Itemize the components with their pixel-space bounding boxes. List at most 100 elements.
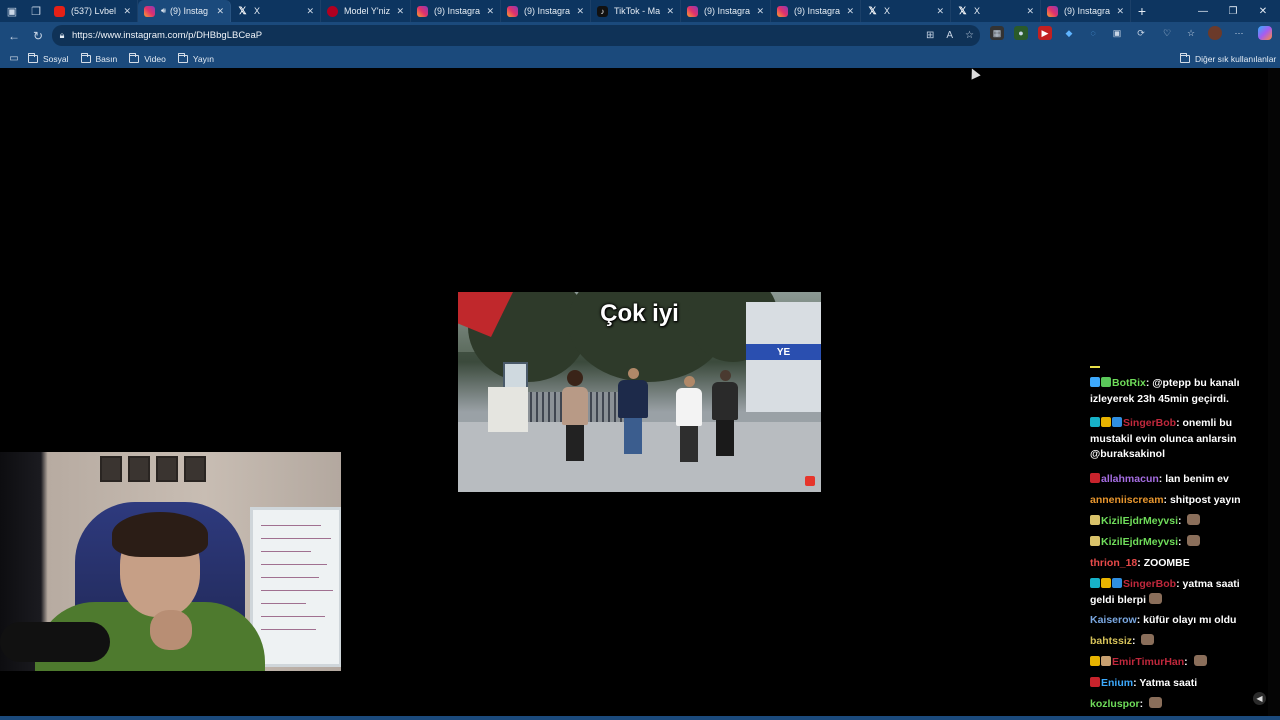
tab-close-icon[interactable]: ✕ <box>306 6 314 17</box>
browser-tab[interactable]: (9) Instagram ✕ <box>411 0 501 22</box>
video-store-sign: YE <box>746 344 821 360</box>
browser-tab[interactable]: (537) Lvbel c5 ✕ <box>48 0 138 22</box>
extension-icon[interactable]: ◌ <box>1086 26 1100 40</box>
video-caption: Çok iyi <box>600 300 679 327</box>
address-bar[interactable]: 🔒︎ https://www.instagram.com/p/DHBbgLBCe… <box>52 25 980 46</box>
extension-icon[interactable]: ● <box>1014 26 1028 40</box>
tab-close-icon[interactable]: ✕ <box>216 6 224 17</box>
browser-tab[interactable]: (9) Instagram ✕ <box>681 0 771 22</box>
profile-avatar[interactable] <box>1208 26 1222 40</box>
tab-close-icon[interactable]: ✕ <box>666 6 674 17</box>
chat-top-marker <box>1090 366 1100 368</box>
favorites-icon[interactable]: ☆ <box>1184 26 1198 40</box>
tab-close-icon[interactable]: ✕ <box>123 6 131 17</box>
new-tab-button[interactable]: + <box>1131 3 1153 19</box>
chat-username: KizilEjdrMeyvsi <box>1101 536 1179 548</box>
screen: ▣ ❐ (537) Lvbel c5✕🔊︎(9) Instag✕𝕏X✕Model… <box>0 0 1280 720</box>
instagram-favicon-icon <box>777 5 788 17</box>
tab-close-icon[interactable]: ✕ <box>486 6 494 17</box>
tab-close-icon[interactable]: ✕ <box>846 6 854 17</box>
browser-tab[interactable]: 𝕏 X ✕ <box>861 0 951 22</box>
extension-icon[interactable]: ◆ <box>1062 26 1076 40</box>
chat-badge-icon <box>1090 515 1100 525</box>
back-button[interactable]: ← <box>2 24 26 48</box>
minimize-button[interactable]: — <box>1188 0 1218 22</box>
bookmark-folder-yayin[interactable]: Yayın <box>177 52 214 64</box>
extensions-icon[interactable]: ⟳ <box>1134 26 1148 40</box>
chat-badge-icon <box>1090 417 1100 427</box>
folder-icon <box>28 52 38 63</box>
refresh-button[interactable]: ↻ <box>26 24 50 48</box>
tab-strip: ▣ ❐ (537) Lvbel c5✕🔊︎(9) Instag✕𝕏X✕Model… <box>0 0 1280 22</box>
tab-close-icon[interactable]: ✕ <box>1026 6 1034 17</box>
volume-icon[interactable]: ◀︎ <box>1253 692 1266 705</box>
chat-badge-icon <box>1090 536 1100 546</box>
browser-tab[interactable]: (9) Instagram ✕ <box>1041 0 1131 22</box>
lock-icon[interactable]: 🔒︎ <box>52 30 72 41</box>
browser-tab[interactable]: (9) Instagram ✕ <box>501 0 591 22</box>
browser-tab[interactable]: 𝕏 X ✕ <box>231 0 321 22</box>
bookmark-folder-basin[interactable]: Basın <box>80 52 117 64</box>
collections-icon[interactable]: ▣ <box>1110 26 1124 40</box>
whiteboard <box>250 507 341 667</box>
close-window-button[interactable]: ✕ <box>1248 0 1278 22</box>
split-screen-icon[interactable]: ⊞ <box>926 30 934 41</box>
video-person <box>562 370 588 461</box>
chat-username: Kaiserow <box>1090 614 1137 626</box>
browser-essentials-icon[interactable]: ♡ <box>1160 26 1174 40</box>
chat-text: küfür olayı mı oldu <box>1143 614 1237 626</box>
reel-video[interactable]: YE Çok iyi <box>458 292 821 492</box>
copilot-icon[interactable] <box>1258 26 1272 40</box>
workspaces-icon[interactable]: ▣ <box>0 0 24 22</box>
tab-audio-icon[interactable]: 🔊︎ <box>161 6 166 16</box>
extension-icon[interactable]: ▶ <box>1038 26 1052 40</box>
chat-username: allahmacun <box>1101 473 1159 485</box>
streamer-hand <box>150 610 192 650</box>
chat-message: Kaiserow: küfür olayı mı oldu <box>1090 613 1262 629</box>
tab-close-icon[interactable]: ✕ <box>1116 6 1124 17</box>
window-bottom-border <box>0 716 1280 720</box>
chat-emote-icon <box>1141 634 1155 645</box>
browser-tab[interactable]: Model Y'nizi ✕ <box>321 0 411 22</box>
youtube-favicon-icon <box>54 5 65 17</box>
browser-tab[interactable]: ♪ TikTok - Make ✕ <box>591 0 681 22</box>
other-favorites-folder[interactable]: Diğer sık kullanılanlar <box>1180 52 1276 64</box>
chat-separator: : <box>1139 698 1147 710</box>
folder-icon <box>129 52 140 63</box>
browser-tab[interactable]: 𝕏 X ✕ <box>951 0 1041 22</box>
tab-title: (9) Instagram <box>1064 6 1111 16</box>
chat-separator: : <box>1184 656 1191 668</box>
tiktok-favicon-icon: ♪ <box>597 5 608 17</box>
chat-emote-icon <box>1187 514 1201 525</box>
tab-title: (9) Instag <box>170 6 209 16</box>
x-favicon-icon: 𝕏 <box>958 5 967 17</box>
instagram-favicon-icon <box>417 5 428 17</box>
tab-close-icon[interactable]: ✕ <box>936 6 944 17</box>
extension-icon[interactable]: ▦ <box>990 26 1004 40</box>
tab-close-icon[interactable]: ✕ <box>576 6 584 17</box>
chat-text: ZOOMBE <box>1143 557 1190 569</box>
bookmark-folder-sosyal[interactable]: Sosyal <box>28 52 69 64</box>
wall-picture-frame <box>184 456 206 482</box>
chat-badge-icon <box>1090 677 1100 687</box>
tab-actions-icon[interactable]: ❐ <box>24 0 48 22</box>
favorite-star-icon[interactable]: ☆ <box>965 30 974 41</box>
browser-tab[interactable]: 🔊︎ (9) Instag ✕ <box>138 0 231 22</box>
chat-message: allahmacun: lan benim ev <box>1090 472 1262 488</box>
tab-close-icon[interactable]: ✕ <box>396 6 404 17</box>
page-scrollbar[interactable] <box>1268 68 1280 720</box>
restore-button[interactable]: ❐ <box>1218 0 1248 22</box>
bookmark-folder-video[interactable]: Video <box>129 52 166 64</box>
chat-badge-icon <box>1090 377 1100 387</box>
tab-preview-icon[interactable]: ▭ <box>0 53 28 64</box>
chat-badge-icon <box>1090 656 1100 666</box>
browser-tab[interactable]: (9) Instagram ✕ <box>771 0 861 22</box>
microphone <box>0 622 110 662</box>
bookmarks-bar: ▭ Sosyal Basın Video Yayın Diğer sık kul… <box>0 49 1280 68</box>
settings-more-icon[interactable]: ⋯ <box>1232 26 1246 40</box>
tab-title: TikTok - Make <box>614 6 661 16</box>
chat-badge-icon <box>1101 578 1111 588</box>
url-text[interactable]: https://www.instagram.com/p/DHBbgLBCeaP <box>72 30 262 41</box>
tab-close-icon[interactable]: ✕ <box>756 6 764 17</box>
read-aloud-icon[interactable]: A <box>946 30 953 41</box>
